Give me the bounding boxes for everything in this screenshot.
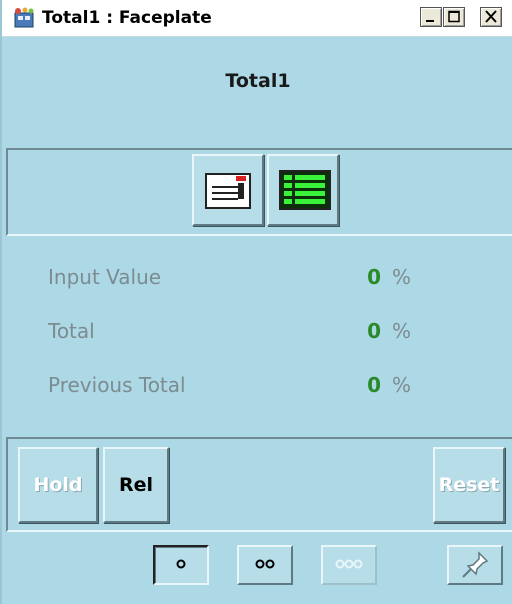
hold-button[interactable]: Hold bbox=[18, 447, 98, 523]
pin-button[interactable] bbox=[447, 545, 503, 585]
faceplate-title: Total1 bbox=[225, 70, 291, 92]
total-number: 0 bbox=[367, 319, 381, 343]
input-value-unit: % bbox=[392, 265, 412, 289]
nav-view-2-button[interactable] bbox=[237, 545, 293, 585]
total-unit: % bbox=[392, 319, 412, 343]
close-icon[interactable] bbox=[480, 7, 502, 27]
total-label: Total bbox=[48, 319, 95, 343]
nav-view-1-button[interactable] bbox=[153, 545, 209, 585]
window-title: Total1 : Faceplate bbox=[42, 8, 212, 28]
reset-button[interactable]: Reset bbox=[433, 447, 505, 523]
nav-view-3-button[interactable] bbox=[321, 545, 377, 585]
data-grid-button[interactable] bbox=[267, 154, 339, 226]
value-row-total: Total 0 % bbox=[2, 316, 512, 346]
title-bar[interactable]: Total1 : Faceplate bbox=[2, 0, 512, 37]
faceplate-app-icon[interactable] bbox=[12, 7, 36, 29]
rel-button[interactable]: Rel bbox=[103, 447, 169, 523]
minimize-icon[interactable] bbox=[420, 7, 442, 27]
previous-total-unit: % bbox=[392, 373, 412, 397]
message-button[interactable] bbox=[192, 154, 264, 226]
previous-total-number: 0 bbox=[367, 373, 381, 397]
input-value-number: 0 bbox=[367, 265, 381, 289]
previous-total-label: Previous Total bbox=[48, 373, 186, 397]
value-row-previous-total: Previous Total 0 % bbox=[2, 370, 512, 400]
input-value-label: Input Value bbox=[48, 265, 162, 289]
maximize-icon[interactable] bbox=[443, 7, 465, 27]
faceplate-window: Total1 : Faceplate Total1 Input Value 0 … bbox=[0, 0, 512, 604]
value-row-input: Input Value 0 % bbox=[2, 262, 512, 292]
